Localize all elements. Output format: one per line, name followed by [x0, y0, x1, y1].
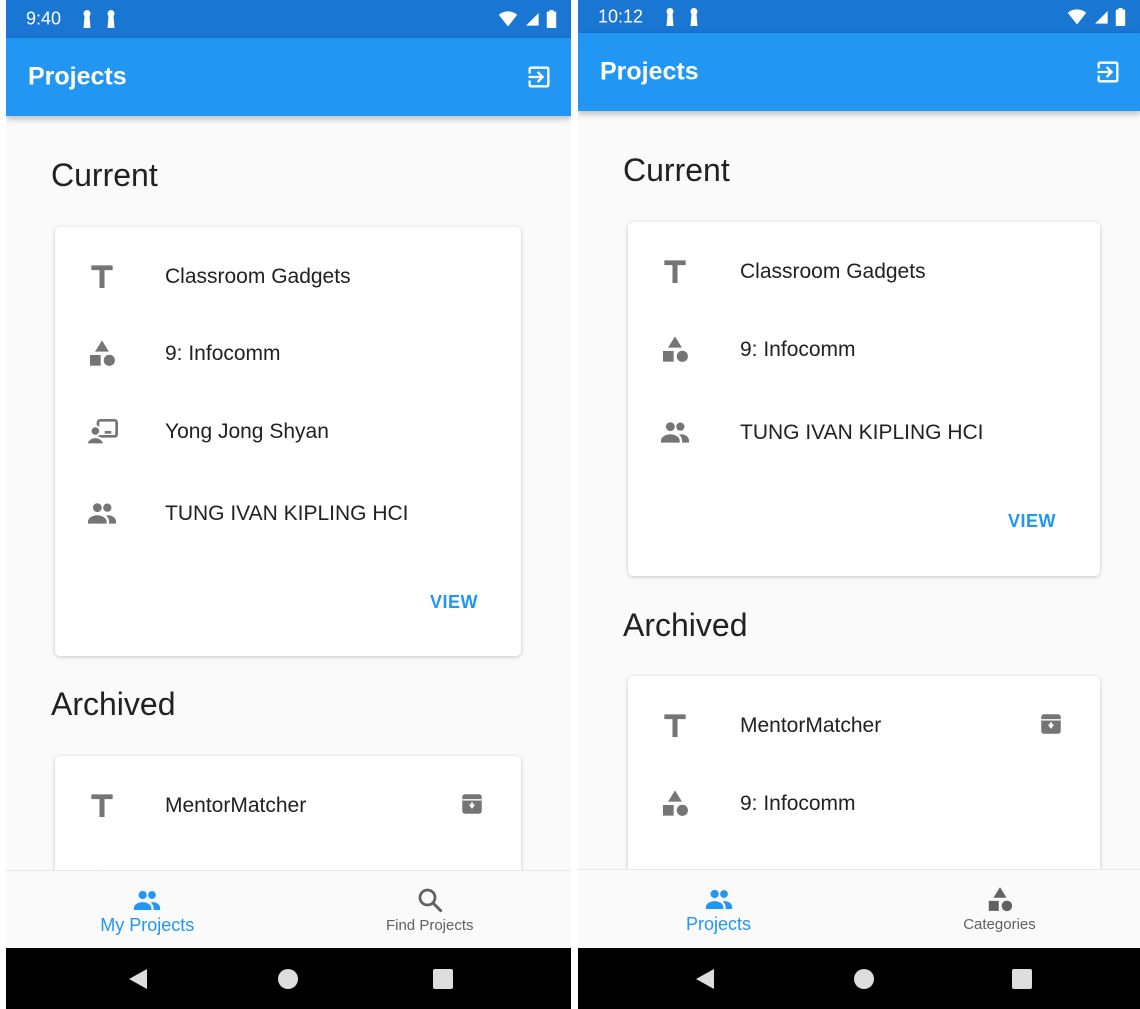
project-title-row: Classroom Gadgets — [55, 256, 521, 296]
phone-screen-left: 9:40 Projects Current Classroom Gadgets … — [6, 0, 571, 1009]
notification-icons — [81, 9, 117, 29]
unarchive-icon[interactable] — [459, 791, 485, 817]
nav-label: Categories — [963, 916, 1036, 933]
page-title: Projects — [28, 62, 127, 91]
back-icon[interactable] — [694, 967, 716, 991]
nav-item-my-projects[interactable]: My Projects — [6, 871, 289, 949]
category-icon — [85, 337, 119, 369]
exit-to-app-icon[interactable] — [1094, 58, 1122, 86]
section-heading-current: Current — [623, 152, 730, 188]
nav-item-projects[interactable]: Projects — [578, 870, 859, 949]
project-supervisor-row: Yong Jong Shyan — [55, 411, 521, 451]
title-icon — [658, 709, 692, 741]
nav-label: My Projects — [100, 915, 195, 935]
status-icons — [498, 9, 557, 29]
section-heading-archived: Archived — [623, 607, 748, 643]
notification-icon — [105, 9, 117, 29]
view-button[interactable]: VIEW — [430, 592, 478, 613]
project-members: TUNG IVAN KIPLING HCI — [740, 421, 984, 444]
supervisor-icon — [85, 415, 119, 447]
project-category-row: 9: Infocomm — [628, 329, 1100, 369]
people-icon — [658, 416, 692, 448]
notification-icon — [688, 7, 700, 27]
nav-item-categories[interactable]: Categories — [859, 870, 1140, 949]
view-button[interactable]: VIEW — [1008, 511, 1056, 532]
recents-icon[interactable] — [432, 968, 454, 990]
home-icon[interactable] — [853, 968, 875, 990]
section-heading-current: Current — [51, 157, 158, 193]
project-members: TUNG IVAN KIPLING HCI — [165, 502, 409, 525]
back-icon[interactable] — [127, 967, 149, 991]
app-bar: Projects — [6, 38, 571, 116]
signal-icon — [1093, 9, 1109, 25]
project-title-row: MentorMatcher — [55, 785, 521, 825]
people-icon — [702, 884, 736, 914]
notification-icons — [664, 7, 700, 27]
status-time: 10:12 — [598, 6, 644, 26]
unarchive-icon[interactable] — [1038, 711, 1064, 737]
signal-icon — [524, 11, 540, 27]
project-category: 9: Infocomm — [740, 792, 856, 815]
project-title-row: MentorMatcher — [628, 705, 1100, 745]
project-supervisor: Yong Jong Shyan — [165, 420, 329, 443]
battery-icon — [546, 9, 557, 29]
category-icon — [658, 787, 692, 819]
page-title: Projects — [600, 57, 699, 86]
project-category-row: 9: Infocomm — [55, 333, 521, 373]
project-members-row: TUNG IVAN KIPLING HCI — [628, 412, 1100, 452]
status-time: 9:40 — [26, 8, 62, 29]
app-bar: Projects — [578, 33, 1140, 111]
exit-to-app-icon[interactable] — [525, 63, 553, 91]
notification-icon — [664, 7, 676, 27]
current-project-card: Classroom Gadgets 9: Infocomm Yong Jong … — [55, 227, 521, 656]
wifi-icon — [498, 9, 518, 29]
current-project-card: Classroom Gadgets 9: Infocomm TUNG IVAN … — [628, 222, 1100, 576]
project-title-row: Classroom Gadgets — [628, 251, 1100, 291]
category-icon — [658, 333, 692, 365]
system-navigation-bar — [578, 948, 1140, 1009]
recents-icon[interactable] — [1011, 968, 1033, 990]
status-icons — [1067, 7, 1126, 27]
people-icon — [130, 885, 164, 915]
project-title: MentorMatcher — [740, 714, 882, 737]
project-category-row: 9: Infocomm — [628, 783, 1100, 823]
title-icon — [658, 255, 692, 287]
search-icon — [413, 885, 447, 915]
project-category: 9: Infocomm — [165, 342, 281, 365]
people-icon — [85, 497, 119, 529]
home-icon[interactable] — [277, 968, 299, 990]
wifi-icon — [1067, 7, 1087, 27]
category-icon — [983, 884, 1017, 914]
status-bar: 10:12 — [578, 0, 1140, 33]
title-icon — [85, 789, 119, 821]
phone-screen-right: 10:12 Projects Current Classroom Gadgets… — [578, 0, 1140, 1009]
project-title: Classroom Gadgets — [165, 265, 351, 288]
bottom-navigation: Projects Categories — [578, 869, 1140, 949]
project-members-row: TUNG IVAN KIPLING HCI — [55, 493, 521, 533]
section-heading-archived: Archived — [51, 686, 176, 722]
project-title: Classroom Gadgets — [740, 260, 926, 283]
battery-icon — [1115, 7, 1126, 27]
title-icon — [85, 260, 119, 292]
bottom-navigation: My Projects Find Projects — [6, 870, 571, 949]
nav-label: Projects — [685, 914, 752, 934]
nav-label: Find Projects — [385, 917, 474, 934]
system-navigation-bar — [6, 948, 571, 1009]
notification-icon — [81, 9, 93, 29]
project-title: MentorMatcher — [165, 794, 307, 817]
project-category: 9: Infocomm — [740, 338, 856, 361]
status-bar: 9:40 — [6, 0, 571, 38]
nav-item-find-projects[interactable]: Find Projects — [289, 871, 572, 949]
